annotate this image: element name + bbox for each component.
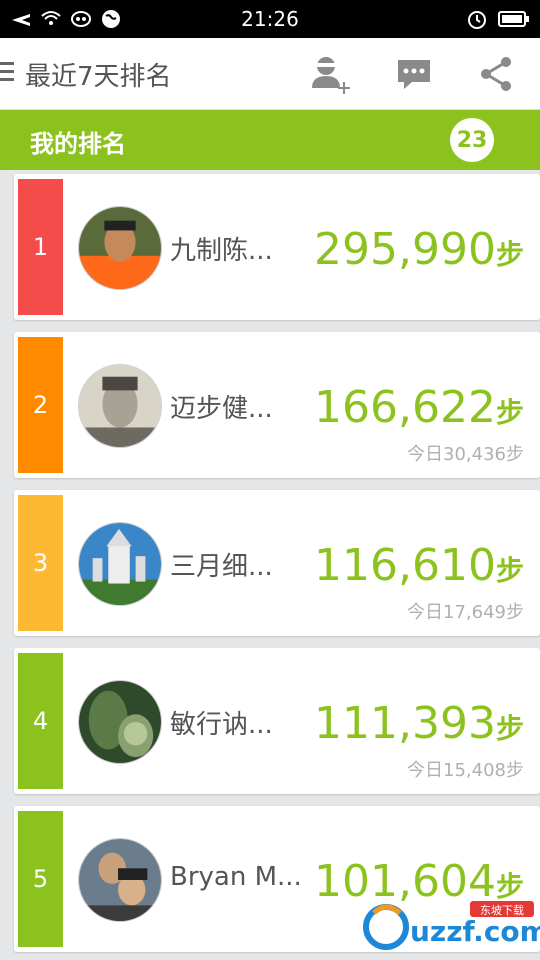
user-name: 九制陈... (170, 236, 273, 266)
user-name: 迈步健... (170, 394, 273, 424)
step-unit: 步 (495, 238, 524, 271)
step-count: 166,622步 (314, 382, 524, 433)
watermark-brand: uzzf.com (410, 915, 540, 948)
rank-number: 3 (18, 495, 63, 631)
menu-icon[interactable] (0, 62, 16, 86)
uzzf-logo-icon: 东坡下载 uzzf.com (363, 901, 540, 950)
rank-number: 5 (18, 811, 63, 947)
my-rank-label: 我的排名 (30, 130, 126, 158)
share-button[interactable] (474, 52, 518, 96)
user-name: 三月细... (170, 552, 273, 582)
rank-number: 4 (18, 653, 63, 789)
status-icons-right (466, 8, 530, 30)
today-steps: 今日30,436步 (407, 444, 524, 465)
alarm-icon (466, 8, 488, 30)
avatar[interactable] (78, 206, 162, 290)
ranking-card[interactable]: 2 迈步健... 166,622步 今日30,436步 (14, 332, 540, 478)
today-steps: 今日15,408步 (407, 760, 524, 781)
avatar[interactable] (78, 522, 162, 606)
add-friend-button[interactable] (308, 52, 352, 96)
step-value: 116,610 (314, 540, 496, 591)
app-toolbar: 最近7天排名 (0, 38, 540, 110)
user-name: Bryan M... (170, 862, 302, 892)
my-rank-badge: 23 (450, 118, 494, 162)
step-count: 295,990步 (314, 224, 524, 275)
ranking-card[interactable]: 3 三月细... 116,610步 今日17,649步 (14, 490, 540, 636)
rank-number: 1 (18, 179, 63, 315)
today-steps: 今日17,649步 (407, 602, 524, 623)
step-value: 166,622 (314, 382, 496, 433)
step-unit: 步 (495, 712, 524, 745)
avatar[interactable] (78, 680, 162, 764)
status-bar: 21:26 (0, 0, 540, 38)
step-value: 111,393 (314, 698, 496, 749)
step-count: 116,610步 (314, 540, 524, 591)
add-person-icon (312, 57, 350, 94)
ranking-card[interactable]: 1 九制陈... 295,990步 (14, 174, 540, 320)
user-name: 敏行讷... (170, 710, 273, 740)
avatar[interactable] (78, 364, 162, 448)
share-icon (481, 57, 511, 91)
site-watermark: 东坡下载 uzzf.com (360, 895, 540, 955)
step-count: 111,393步 (314, 698, 524, 749)
message-button[interactable] (392, 52, 436, 96)
chat-bubble-icon (398, 60, 430, 89)
status-time: 21:26 (241, 7, 299, 31)
avatar[interactable] (78, 838, 162, 922)
battery-icon (498, 8, 530, 30)
ranking-card[interactable]: 4 敏行讷... 111,393步 今日15,408步 (14, 648, 540, 794)
rank-number: 2 (18, 337, 63, 473)
step-unit: 步 (495, 554, 524, 587)
page-title: 最近7天排名 (25, 62, 172, 92)
my-rank-bar[interactable]: 我的排名 23 (0, 110, 540, 170)
step-value: 295,990 (314, 224, 496, 275)
step-unit: 步 (495, 396, 524, 429)
